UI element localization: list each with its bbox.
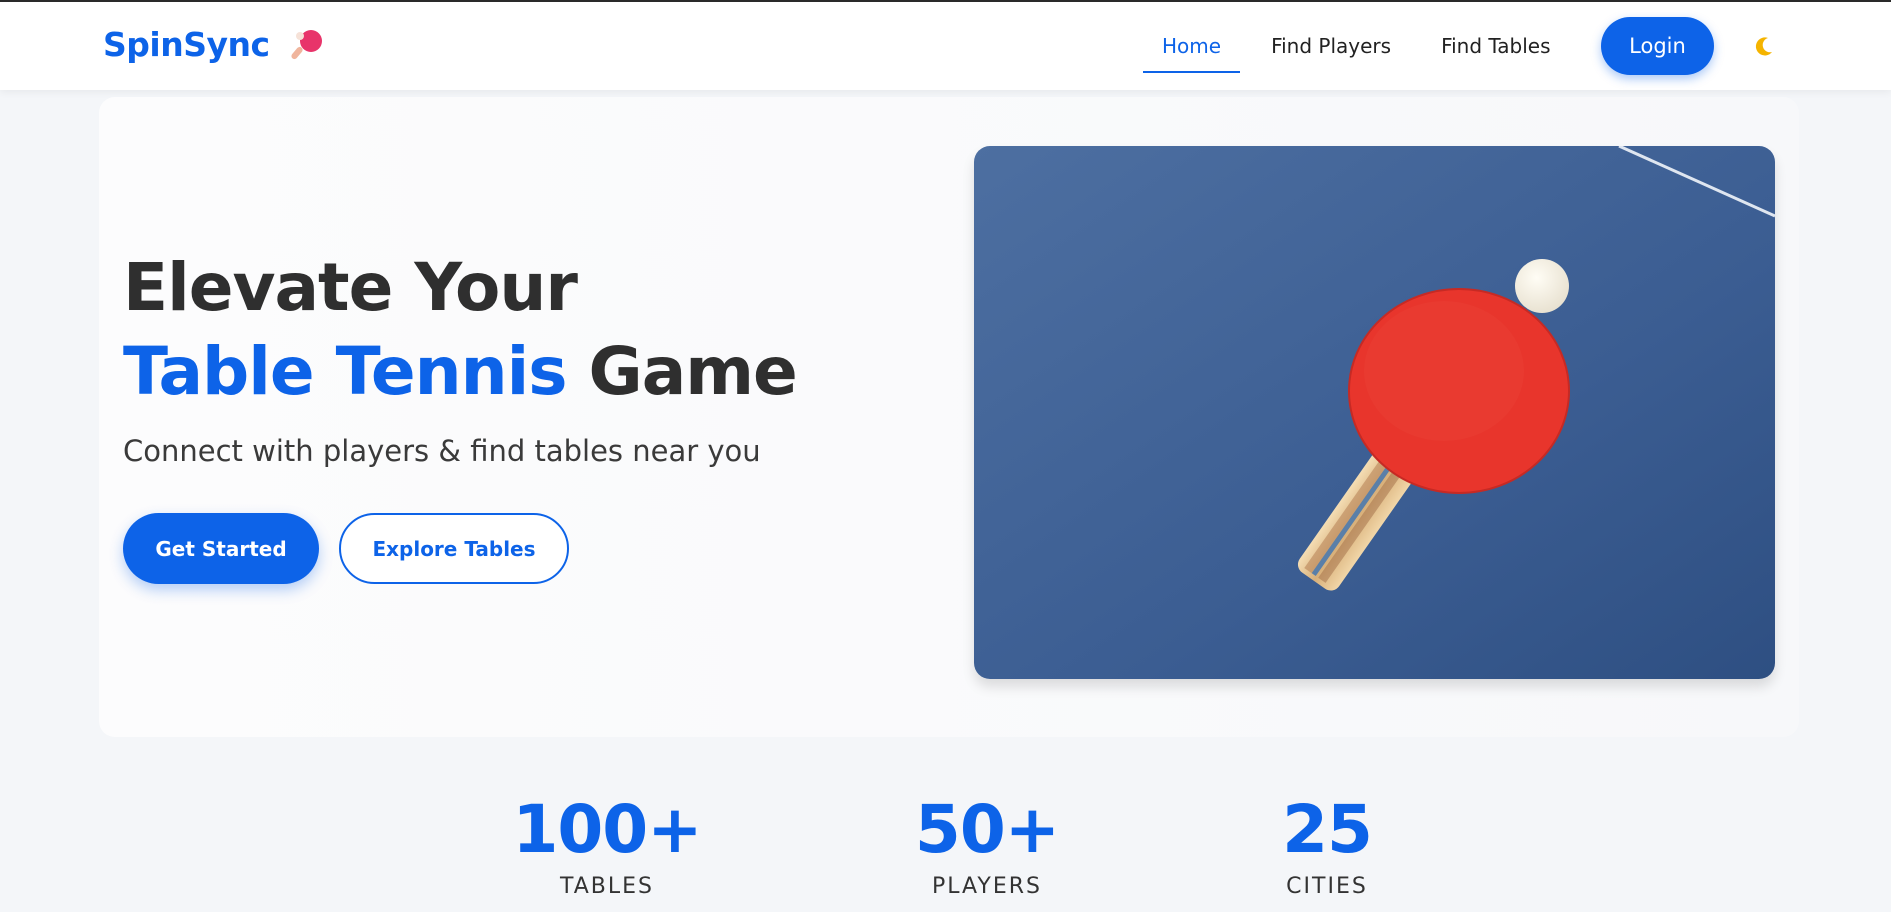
hero-image [974,146,1775,679]
hero-headline: Elevate Your Table Tennis Game [123,246,798,414]
brand-logo[interactable]: SpinSync [103,24,328,64]
stats-section: 100+ TABLES 50+ PLAYERS 25 CITIES [0,790,1891,912]
headline-rest: Game [588,333,798,410]
brand-name: SpinSync [103,24,270,64]
theme-toggle[interactable] [1748,32,1778,62]
stat-tables: 100+ TABLES [487,790,727,899]
nav-find-players[interactable]: Find Players [1252,28,1410,64]
moon-icon [1755,37,1772,56]
hero-subheadline: Connect with players & find tables near … [123,434,761,468]
explore-tables-button[interactable]: Explore Tables [339,513,569,584]
ping-pong-table-illustration [974,146,1775,679]
nav-home[interactable]: Home [1143,28,1241,73]
stat-label: PLAYERS [932,874,1042,899]
main-nav: Home Find Players Find Tables [1143,17,1570,75]
stat-label: TABLES [560,874,654,899]
ping-pong-paddle-icon [290,30,322,60]
stat-label: CITIES [1286,874,1368,899]
get-started-button[interactable]: Get Started [123,513,319,584]
nav-find-tables[interactable]: Find Tables [1422,28,1569,64]
stat-value: 100+ [512,791,702,868]
stat-value: 50+ [914,791,1060,868]
stat-cities: 25 CITIES [1207,790,1447,899]
headline-line1: Elevate Your [123,249,578,326]
site-header: SpinSync Home Find Players Find Tables L… [0,2,1891,90]
stat-players: 50+ PLAYERS [867,790,1107,899]
stat-value: 25 [1282,791,1373,868]
login-button[interactable]: Login [1601,17,1714,75]
headline-accent: Table Tennis [123,330,568,414]
